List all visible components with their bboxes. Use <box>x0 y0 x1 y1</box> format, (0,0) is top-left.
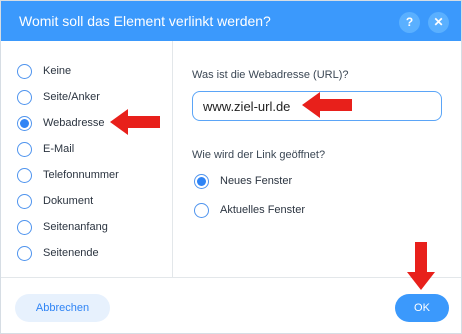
radio-button[interactable] <box>17 246 32 261</box>
link-type-label: Seitenanfang <box>43 221 108 233</box>
link-type-label: Seite/Anker <box>43 91 100 103</box>
link-type-label: E-Mail <box>43 143 75 155</box>
red-arrow-down-icon <box>407 242 435 290</box>
radio-button[interactable] <box>17 64 32 79</box>
ok-button[interactable]: OK <box>395 294 449 322</box>
dialog-header: Womit soll das Element verlinkt werden? … <box>1 1 461 41</box>
link-type-label: Keine <box>43 65 72 77</box>
open-question-label: Wie wird der Link geöffnet? <box>192 149 326 161</box>
radio-button[interactable] <box>17 90 32 105</box>
dialog-footer: Abbrechen OK <box>1 277 461 333</box>
open-option-label: Neues Fenster <box>220 175 293 187</box>
red-arrow-left-icon <box>302 92 352 118</box>
open-option-label: Aktuelles Fenster <box>220 204 305 216</box>
radio-button[interactable] <box>17 168 32 183</box>
radio-button[interactable] <box>17 142 32 157</box>
cancel-button[interactable]: Abbrechen <box>15 294 110 322</box>
link-type-label: Telefonnummer <box>43 169 119 181</box>
link-type-list: Keine Seite/Anker Webadresse E-Mail Tele… <box>1 41 173 277</box>
radio-button[interactable] <box>17 194 32 209</box>
link-type-label: Dokument <box>43 195 94 207</box>
radio-button[interactable] <box>17 220 32 235</box>
radio-button-selected[interactable] <box>17 116 32 131</box>
radio-button-selected[interactable] <box>194 174 209 189</box>
red-arrow-left-icon <box>110 109 160 135</box>
link-dialog: Womit soll das Element verlinkt werden? … <box>0 0 462 334</box>
link-type-label: Seitenende <box>43 247 99 259</box>
close-button[interactable]: ✕ <box>428 12 449 33</box>
link-type-label: Webadresse <box>43 117 105 129</box>
url-question-label: Was ist die Webadresse (URL)? <box>192 69 349 81</box>
radio-button[interactable] <box>194 203 209 218</box>
help-button[interactable]: ? <box>399 12 420 33</box>
dialog-title: Womit soll das Element verlinkt werden? <box>19 13 271 29</box>
